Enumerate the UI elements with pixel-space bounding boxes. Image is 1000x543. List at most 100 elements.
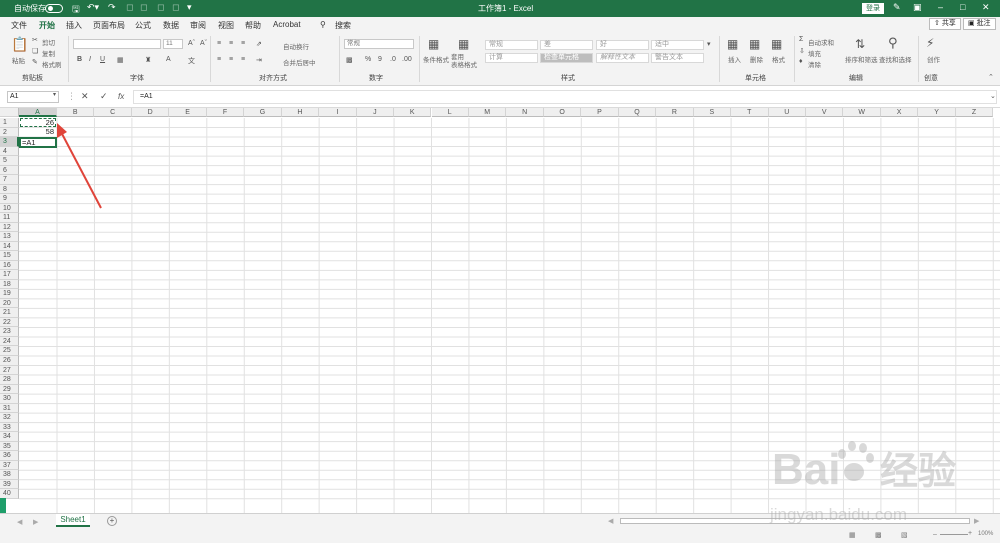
autosave-toggle[interactable] (45, 4, 63, 13)
column-header-w[interactable]: W (843, 108, 881, 117)
search-icon[interactable]: ⚲ (320, 20, 326, 29)
row-header-1[interactable]: 1 (0, 118, 19, 128)
italic-icon[interactable]: I (89, 56, 91, 63)
row-header-26[interactable]: 26 (0, 356, 19, 366)
restore-icon[interactable]: □ (960, 2, 965, 12)
column-header-z[interactable]: Z (955, 108, 994, 117)
name-box-dropdown-icon[interactable]: ▾ (53, 91, 56, 98)
tab-file[interactable]: 文件 (11, 20, 27, 31)
column-header-l[interactable]: L (431, 108, 469, 117)
row-header-37[interactable]: 37 (0, 460, 19, 471)
delete-cells-icon[interactable]: ▦ (749, 37, 760, 51)
column-header-i[interactable]: I (319, 108, 357, 117)
insert-cells-icon[interactable]: ▦ (727, 37, 738, 51)
save-icon[interactable]: 🖫 (72, 2, 80, 18)
autosum-icon[interactable]: Σ (799, 36, 803, 43)
row-header-6[interactable]: 6 (0, 165, 19, 176)
style-cell-normal[interactable]: 常规 (485, 40, 538, 50)
column-header-f[interactable]: F (206, 108, 245, 117)
share-button[interactable]: ⇧ 共享 (929, 18, 961, 30)
row-header-31[interactable]: 31 (0, 403, 19, 414)
cancel-formula-icon[interactable]: ✕ (81, 91, 89, 102)
column-header-b[interactable]: B (57, 108, 95, 117)
column-header-t[interactable]: T (731, 108, 769, 117)
column-header-e[interactable]: E (169, 108, 207, 117)
tab-help[interactable]: 帮助 (245, 20, 261, 31)
font-grow-icon[interactable]: Aˆ (188, 40, 195, 47)
row-header-33[interactable]: 33 (0, 422, 19, 433)
autosum-button[interactable]: 自动求和 (808, 37, 834, 47)
column-header-n[interactable]: N (506, 108, 544, 117)
cell-a1[interactable]: 26 (20, 118, 56, 127)
conditional-format-icon[interactable]: ▦ (428, 37, 439, 51)
customize-qat-icon[interactable]: ▾ (187, 2, 192, 13)
page-layout-view-icon[interactable]: ▩ (875, 531, 882, 539)
sort-filter-button[interactable]: 排序和筛选 (845, 54, 878, 64)
fill-color-icon[interactable]: ♜ (145, 56, 151, 64)
font-shrink-icon[interactable]: Aˇ (200, 40, 207, 47)
border-icon[interactable]: ▦ (117, 56, 124, 64)
row-header-14[interactable]: 14 (0, 241, 19, 252)
style-cell-bad[interactable]: 差 (540, 40, 593, 50)
column-header-s[interactable]: S (693, 108, 732, 117)
column-header-o[interactable]: O (543, 108, 582, 117)
conditional-format-button[interactable]: 条件格式 (423, 54, 449, 64)
zoom-out-icon[interactable]: – (933, 531, 937, 538)
row-header-39[interactable]: 39 (0, 479, 19, 490)
search-box[interactable]: 搜索 (335, 20, 351, 31)
normal-view-icon[interactable]: ▦ (849, 531, 856, 539)
number-format-box[interactable]: 常规 (344, 39, 414, 49)
style-cell-warning[interactable]: 警告文本 (651, 53, 704, 63)
row-header-11[interactable]: 11 (0, 213, 19, 223)
paste-icon[interactable]: 📋 (11, 36, 28, 53)
expand-formula-icon[interactable]: ⌄ (990, 92, 996, 100)
align-center-icon[interactable]: ≡ (229, 56, 233, 63)
row-header-12[interactable]: 12 (0, 222, 19, 233)
currency-icon[interactable]: ▩ (346, 56, 353, 64)
open-file-icon[interactable]: ◻ (140, 2, 147, 13)
column-header-x[interactable]: X (880, 108, 919, 117)
comment-button[interactable]: ▣ 批注 (963, 18, 996, 30)
row-header-27[interactable]: 27 (0, 365, 19, 376)
cell-a3[interactable]: =A1 (19, 137, 57, 148)
delete-cells-button[interactable]: 删除 (750, 54, 763, 64)
row-header-2[interactable]: 2 (0, 127, 19, 138)
column-header-h[interactable]: H (281, 108, 320, 117)
column-header-g[interactable]: G (244, 108, 282, 117)
minimize-icon[interactable]: – (938, 2, 943, 12)
cut-button[interactable]: 剪切 (42, 37, 55, 47)
column-header-j[interactable]: J (356, 108, 395, 117)
row-header-20[interactable]: 20 (0, 298, 19, 309)
bold-icon[interactable]: B (77, 56, 82, 63)
tab-page-layout[interactable]: 页面布局 (93, 20, 125, 31)
sheet-tab-sheet1[interactable]: Sheet1 (56, 514, 90, 527)
row-header-16[interactable]: 16 (0, 260, 19, 271)
row-header-13[interactable]: 13 (0, 232, 19, 242)
row-header-19[interactable]: 19 (0, 289, 19, 299)
zoom-level[interactable]: 100% (978, 531, 993, 537)
print-icon[interactable]: ◻ (157, 2, 164, 13)
column-header-v[interactable]: V (806, 108, 844, 117)
redo-icon[interactable]: ↷ (108, 2, 116, 13)
format-as-table-icon[interactable]: ▦ (458, 37, 469, 51)
page-break-view-icon[interactable]: ▧ (901, 531, 908, 539)
paste-button[interactable]: 粘贴 (12, 55, 25, 65)
tab-view[interactable]: 视图 (218, 20, 234, 31)
format-as-table-button[interactable]: 套用 表格格式 (451, 54, 477, 70)
row-header-18[interactable]: 18 (0, 279, 19, 290)
styles-scroll-icon[interactable]: ▾ (707, 40, 711, 48)
row-header-10[interactable]: 10 (0, 203, 19, 214)
formula-input[interactable]: =A1 (133, 90, 997, 104)
clear-button[interactable]: 清除 (808, 59, 821, 69)
new-file-icon[interactable]: ◻ (126, 2, 133, 13)
close-icon[interactable]: ✕ (982, 2, 990, 13)
row-header-21[interactable]: 21 (0, 308, 19, 318)
format-cells-icon[interactable]: ▦ (771, 37, 782, 51)
font-name-box[interactable] (73, 39, 161, 49)
row-header-32[interactable]: 32 (0, 413, 19, 423)
format-painter-icon[interactable]: ✎ (32, 58, 38, 66)
phonetic-icon[interactable]: 文 (188, 56, 195, 66)
row-header-25[interactable]: 25 (0, 346, 19, 356)
undo-icon[interactable]: ↶▾ (87, 2, 99, 13)
fill-icon[interactable]: ⇩ (799, 47, 805, 55)
